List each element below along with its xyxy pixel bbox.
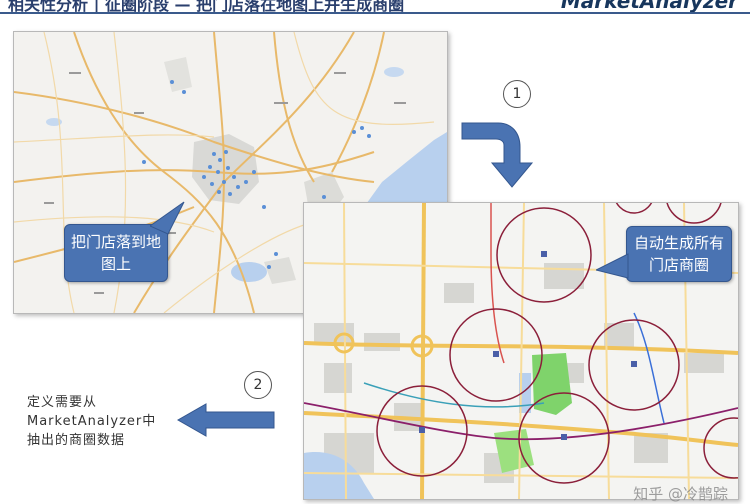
curved-arrow-down-icon <box>461 122 534 188</box>
side-note-line-1: 定义需要从 <box>27 395 98 410</box>
side-note-line-3: 抽出的商圈数据 <box>27 433 126 448</box>
callout-pointer-left-icon <box>596 253 629 279</box>
callout-pointer-icon <box>150 201 185 235</box>
callout-generate-trade-areas: 自动生成所有 门店商圈 <box>626 226 732 282</box>
step-2-badge: 2 <box>244 371 272 399</box>
callout-generate-trade-areas-text: 自动生成所有 门店商圈 <box>633 234 724 274</box>
watermark: 知乎 @冷鹊踪 <box>633 485 728 503</box>
header-divider <box>0 12 750 14</box>
header: 相关性分析 | 征圈阶段 — 把门店落在地图上并生成商圈 MarketAnaly… <box>0 0 750 14</box>
side-note: 定义需要从 MarketAnalyzer中 抽出的商圈数据 <box>27 393 156 450</box>
side-note-line-2: MarketAnalyzer中 <box>27 414 157 429</box>
step-1-badge: 1 <box>503 80 531 108</box>
arrow-left-icon <box>176 403 275 437</box>
